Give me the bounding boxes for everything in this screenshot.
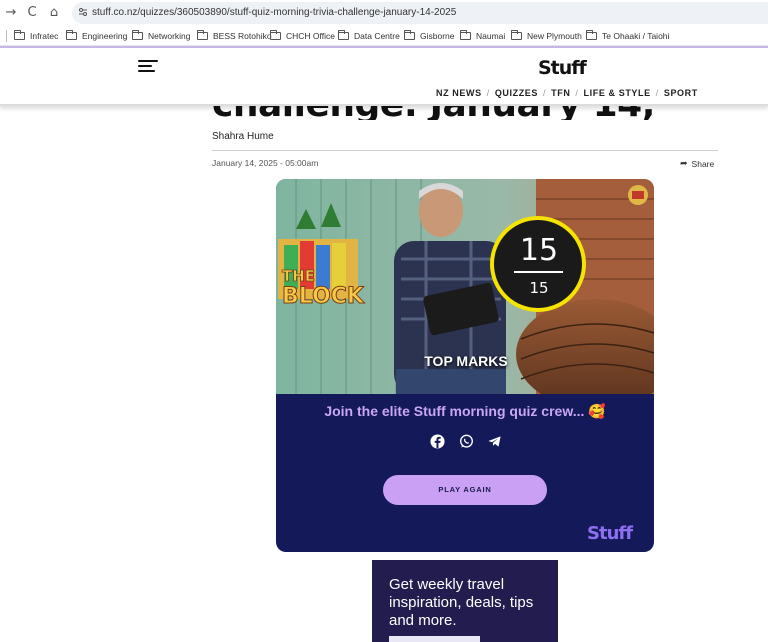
- url-text[interactable]: stuff.co.nz/quizzes/360503890/stuff-quiz…: [92, 7, 456, 18]
- svg-text:THE: THE: [282, 267, 315, 285]
- play-again-button[interactable]: PLAY AGAIN: [383, 475, 547, 505]
- score-value: 15: [519, 233, 559, 268]
- author-name[interactable]: Shahra Hume: [212, 131, 274, 142]
- main-nav: NZ NEWS / QUIZZES / TFN / LIFE & STYLE / SPO…: [436, 88, 698, 98]
- folder-icon: [132, 30, 143, 40]
- headline-container: challenge: January 14, 2025: [212, 106, 652, 120]
- publish-date: January 14, 2025 - 05:00am: [212, 158, 319, 168]
- social-share-row: [430, 434, 502, 450]
- folder-icon: [14, 30, 25, 40]
- folder-icon: [586, 30, 597, 40]
- svg-text:BLOCK: BLOCK: [282, 284, 365, 309]
- bookmark-chch-office[interactable]: CHCH Office: [270, 30, 335, 42]
- telegram-icon[interactable]: [487, 434, 502, 449]
- menu-icon[interactable]: [138, 60, 158, 72]
- facebook-icon[interactable]: [430, 434, 445, 449]
- share-label: Share: [691, 158, 715, 169]
- card-stuff-logo: Stuff: [587, 523, 633, 544]
- article-headline: challenge: January 14, 2025: [212, 106, 652, 120]
- result-label: TOP MARKS: [424, 353, 508, 369]
- bookmark-bess-rotohiko[interactable]: BESS Rotohiko: [197, 30, 272, 42]
- site-header: Stuff NZ NEWS / QUIZZES / TFN / LIFE & STYL…: [0, 48, 768, 106]
- ad-button[interactable]: [389, 636, 480, 642]
- whatsapp-icon[interactable]: [459, 434, 474, 449]
- nav-sport[interactable]: SPORT: [664, 88, 698, 98]
- folder-icon: [404, 30, 415, 40]
- bookmark-new-plymouth[interactable]: New Plymouth: [511, 30, 582, 42]
- quiz-cta-text: Join the elite Stuff morning quiz crew..…: [324, 403, 606, 419]
- bookmarks-separator: [6, 30, 7, 42]
- bookmarks-bar: Infratec Engineering Networking BESS Rot…: [0, 26, 768, 46]
- folder-icon: [66, 30, 77, 40]
- home-button[interactable]: ⌂: [45, 4, 63, 22]
- nav-life-style[interactable]: LIFE & STYLE: [584, 88, 651, 98]
- share-arrow-icon: ➦: [680, 158, 688, 168]
- nav-quizzes[interactable]: QUIZZES: [495, 88, 538, 98]
- quiz-result-card: THE BLOCK 15 15 TOP MARKS Join the elite…: [276, 179, 654, 552]
- site-info-icon[interactable]: [78, 7, 88, 17]
- folder-icon: [338, 30, 349, 40]
- bookmark-engineering[interactable]: Engineering: [66, 30, 127, 42]
- nav-tfn[interactable]: TFN: [551, 88, 570, 98]
- byline-divider: [212, 150, 718, 151]
- nav-nz-news[interactable]: NZ NEWS: [436, 88, 482, 98]
- browser-toolbar: → C ⌂ stuff.co.nz/quizzes/360503890/stuf…: [0, 0, 768, 26]
- bookmark-infratec[interactable]: Infratec: [14, 30, 58, 42]
- bookmark-gisborne[interactable]: Gisborne: [404, 30, 455, 42]
- back-button[interactable]: →: [2, 4, 20, 22]
- ad-text: Get weekly travel inspiration, deals, ti…: [389, 576, 534, 629]
- share-button[interactable]: ➦ Share: [680, 158, 714, 169]
- bookmark-te-ohaaki[interactable]: Te Ohaaki / Taiohi: [586, 30, 669, 42]
- site-logo[interactable]: Stuff: [538, 57, 587, 79]
- folder-icon: [460, 30, 471, 40]
- bookmark-naumai[interactable]: Naumai: [460, 30, 505, 42]
- folder-icon: [197, 30, 208, 40]
- travel-ad[interactable]: Get weekly travel inspiration, deals, ti…: [372, 560, 558, 642]
- folder-icon: [270, 30, 281, 40]
- folder-icon: [511, 30, 522, 40]
- bookmark-data-centre[interactable]: Data Centre: [338, 30, 400, 42]
- score-total: 15: [529, 279, 549, 297]
- reload-button[interactable]: C: [23, 4, 41, 22]
- bookmark-networking[interactable]: Networking: [132, 30, 191, 42]
